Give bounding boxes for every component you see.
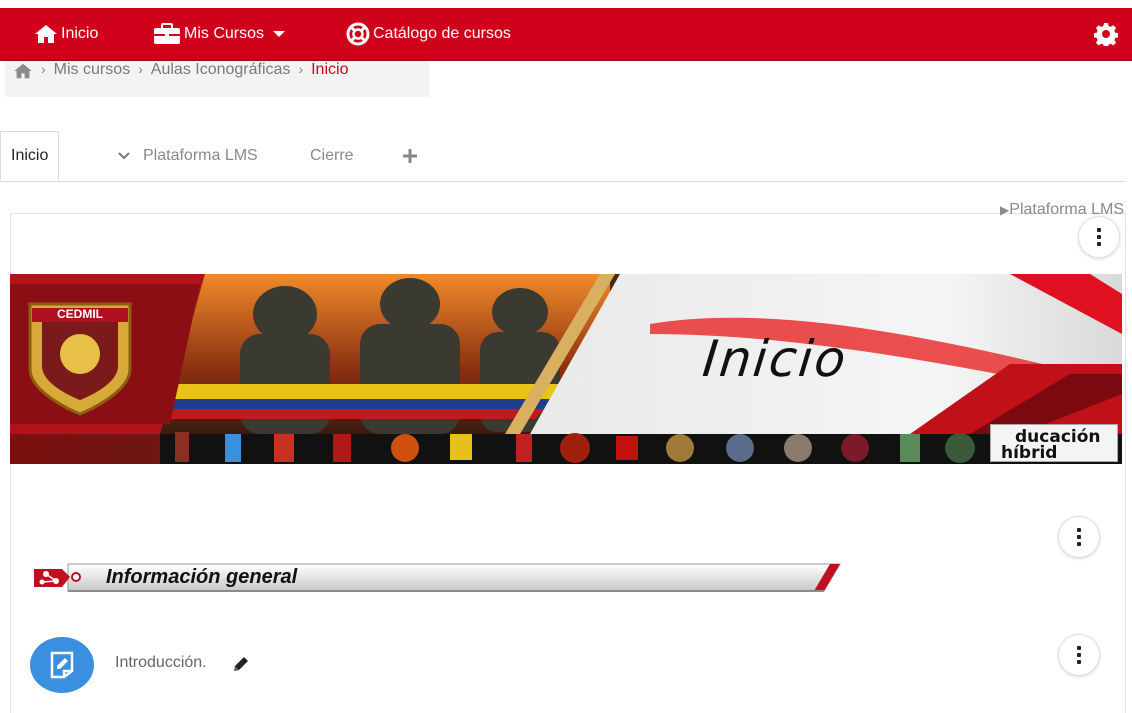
gear-icon — [1093, 23, 1119, 48]
settings-button[interactable] — [1093, 22, 1119, 51]
nav-catalog-label: Catálogo de cursos — [373, 24, 511, 42]
breadcrumb-separator: › — [138, 61, 143, 77]
activity-title[interactable]: Introducción. — [115, 654, 207, 672]
life-ring-icon — [346, 22, 370, 45]
activity-menu-button[interactable] — [1058, 634, 1100, 676]
activity-page-button[interactable] — [30, 637, 94, 693]
section-menu-button[interactable] — [1078, 216, 1120, 258]
section-title[interactable]: Información general — [106, 566, 297, 589]
breadcrumb-separator: › — [41, 61, 46, 77]
breadcrumb-separator: › — [298, 61, 304, 77]
pencil-icon — [234, 657, 248, 671]
tab-plataforma-lms[interactable]: Plataforma LMS — [117, 131, 258, 181]
plus-icon — [403, 149, 417, 163]
course-banner: CEDMIL Inicio ducación híbrid — [10, 274, 1122, 464]
nav-home[interactable]: Inicio — [34, 8, 98, 59]
banner-title: Inicio — [699, 330, 851, 388]
kebab-icon — [1077, 645, 1081, 666]
nav-catalog[interactable]: Catálogo de cursos — [346, 8, 511, 59]
tab-inicio-label: Inicio — [11, 147, 49, 164]
breadcrumb-item-current[interactable]: Inicio — [311, 61, 348, 79]
banner-graphic — [10, 274, 1122, 464]
banner-logo-text: CEDMIL — [57, 307, 103, 321]
briefcase-icon — [154, 22, 180, 44]
breadcrumb-item-course[interactable]: Aulas Iconográficas — [151, 61, 291, 79]
play-arrow-icon: ▶ — [1000, 203, 1010, 217]
caret-down-icon — [273, 30, 286, 37]
section-options-button[interactable] — [1058, 516, 1100, 558]
breadcrumb: › Mis cursos › Aulas Iconográficas › Ini… — [5, 61, 429, 97]
home-icon — [35, 24, 57, 43]
tab-cierre[interactable]: Cierre — [310, 131, 354, 181]
course-tabs: Inicio Plataforma LMS Cierre — [0, 131, 1126, 182]
nav-my-courses-label: Mis Cursos — [184, 24, 265, 42]
next-section-label: Plataforma LMS — [1009, 201, 1124, 218]
tab-cierre-label: Cierre — [310, 147, 354, 164]
edit-title-button[interactable] — [232, 655, 250, 678]
tab-inicio[interactable]: Inicio — [0, 131, 60, 181]
breadcrumb-item-my-courses[interactable]: Mis cursos — [54, 61, 130, 79]
page-icon — [50, 651, 74, 679]
top-navbar: Inicio Mis Cursos Catálogo de cursos — [0, 8, 1132, 61]
chevron-down-icon — [118, 152, 130, 160]
kebab-icon — [1097, 227, 1101, 248]
edu-logo-line2: híbrid — [1001, 443, 1058, 463]
educacion-hibrida-logo: ducación híbrid — [990, 424, 1118, 462]
nav-my-courses[interactable]: Mis Cursos — [153, 8, 291, 59]
kebab-icon — [1077, 527, 1081, 548]
tab-plataforma-lms-label: Plataforma LMS — [143, 147, 258, 164]
add-section-button[interactable] — [402, 131, 418, 181]
nav-home-label: Inicio — [61, 24, 99, 42]
home-icon[interactable] — [13, 63, 33, 79]
